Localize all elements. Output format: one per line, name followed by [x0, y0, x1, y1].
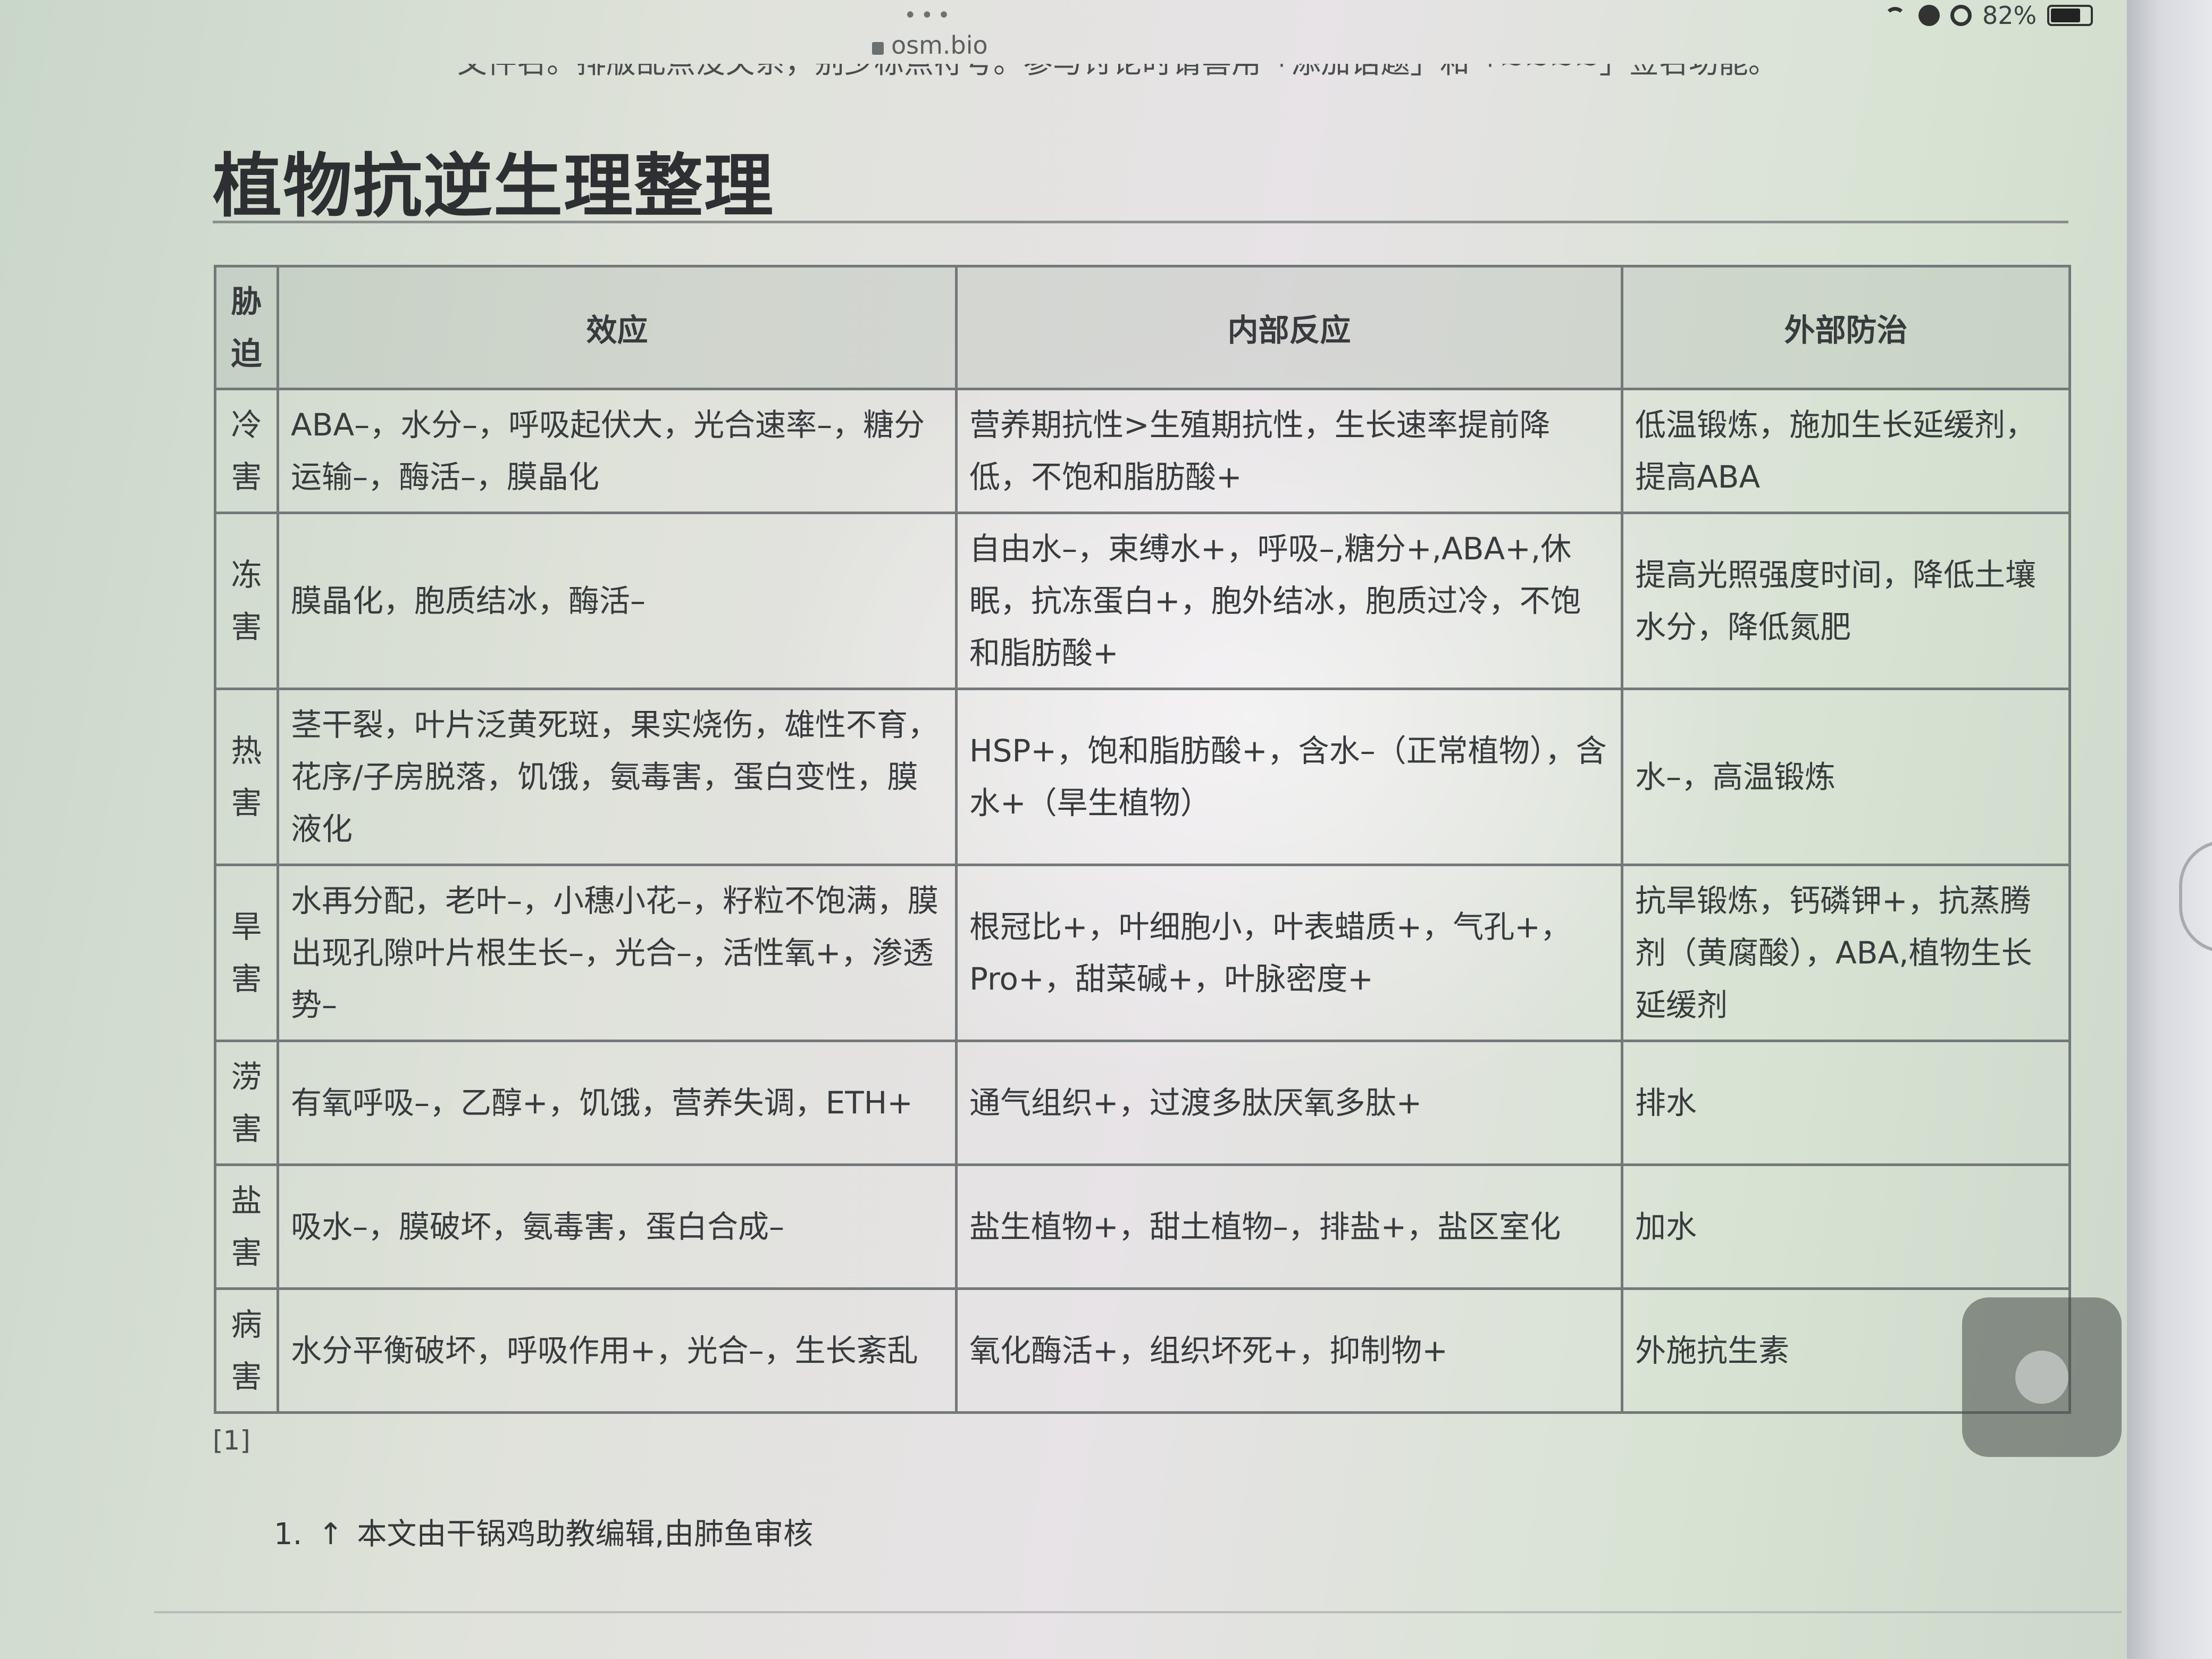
article-page: 文件名。排版乱点没关系，别少标点符号。参与讨论时请善用「添加话题」和「~~~~」…	[154, 37, 2122, 1613]
table-row: 病害 水分平衡破坏，呼吸作用+，光合–，生长紊乱 氧化酶活+，组织坏死+，抑制物…	[214, 1287, 2071, 1414]
back-arrow-link[interactable]: ↑	[318, 1517, 343, 1552]
effect-cell: 有氧呼吸–，乙醇+，饥饿，营养失调，ETH+	[276, 1040, 958, 1166]
internal-cell: HSP+，饱和脂肪酸+，含水–（正常植物），含水+（旱生植物）	[955, 688, 1623, 866]
stress-cell: 病害	[214, 1287, 279, 1414]
table-row: 旱害 水再分配，老叶–，小穗小花–，籽粒不饱满，膜出现孔隙叶片根生长–，光合–，…	[214, 864, 2071, 1042]
effect-cell: ABA–，水分–，呼吸起伏大，光合速率–，糖分运输–，酶活–，膜晶化	[276, 388, 958, 514]
device-bezel	[2127, 0, 2212, 1659]
stress-cell: 冷害	[214, 388, 279, 514]
stress-cell: 涝害	[214, 1040, 279, 1166]
page-title: 植物抗逆生理整理	[213, 146, 775, 227]
stress-cell: 旱害	[214, 864, 279, 1042]
status-indicators: 82%	[1882, 1, 2093, 30]
effect-cell: 水再分配，老叶–，小穗小花–，籽粒不饱满，膜出现孔隙叶片根生长–，光合–，活性氧…	[276, 864, 958, 1042]
header-effect: 效应	[276, 265, 958, 390]
table-row: 涝害 有氧呼吸–，乙醇+，饥饿，营养失调，ETH+ 通气组织+，过渡多肽厌氧多肽…	[214, 1040, 2071, 1166]
internal-cell: 自由水–，束缚水+，呼吸–,糖分+,ABA+,休眠，抗冻蛋白+，胞外结冰，胞质过…	[955, 512, 1623, 690]
assistive-touch-button[interactable]	[1962, 1297, 2122, 1457]
effect-cell: 膜晶化，胞质结冰，酶活–	[276, 512, 958, 690]
header-external: 外部防治	[1621, 265, 2071, 390]
internal-cell: 通气组织+，过渡多肽厌氧多肽+	[955, 1040, 1623, 1166]
browser-screen: ••• osm.bio 82% 文件名。排版乱点没关系，别少标点符号。参与讨论时…	[0, 0, 2127, 1659]
internal-cell: 盐生植物+，甜土植物–，排盐+，盐区室化	[955, 1163, 1623, 1290]
stress-cell: 盐害	[214, 1163, 279, 1290]
wifi-icon	[1882, 5, 1908, 26]
title-divider	[213, 221, 2068, 223]
effect-cell: 茎干裂，叶片泛黄死斑，果实烧伤，雄性不育，花序/子房脱落，饥饿，氨毒害，蛋白变性…	[276, 688, 958, 866]
effect-cell: 水分平衡破坏，呼吸作用+，光合–，生长紊乱	[276, 1287, 958, 1414]
external-cell: 提高光照强度时间，降低土壤水分，降低氮肥	[1621, 512, 2071, 690]
table-header-row: 胁迫 效应 内部反应 外部防治	[214, 265, 2071, 390]
external-cell: 抗旱锻炼，钙磷钾+，抗蒸腾剂（黄腐酸），ABA,植物生长延缓剂	[1621, 864, 2071, 1042]
footnote: 1. ↑ 本文由干锅鸡助教编辑,由肺鱼审核	[274, 1510, 813, 1553]
status-bar: ••• osm.bio 82%	[0, 0, 2127, 60]
external-cell: 水–，高温锻炼	[1621, 688, 2071, 866]
internal-cell: 根冠比+，叶细胞小，叶表蜡质+，气孔+，Pro+，甜菜碱+，叶脉密度+	[955, 864, 1623, 1042]
table-row: 热害 茎干裂，叶片泛黄死斑，果实烧伤，雄性不育，花序/子房脱落，饥饿，氨毒害，蛋…	[214, 688, 2071, 866]
tab-dots-icon[interactable]: •••	[904, 3, 954, 28]
alarm-icon	[1918, 5, 1940, 26]
battery-icon	[2047, 5, 2093, 26]
external-cell: 加水	[1621, 1163, 2071, 1290]
external-cell: 排水	[1621, 1040, 2071, 1166]
footnote-reference-link[interactable]: [1]	[213, 1425, 250, 1456]
external-cell: 低温锻炼，施加生长延缓剂，提高ABA	[1621, 388, 2071, 514]
internal-cell: 氧化酶活+，组织坏死+，抑制物+	[955, 1287, 1623, 1414]
header-stress: 胁迫	[214, 265, 279, 390]
table-row: 冷害 ABA–，水分–，呼吸起伏大，光合速率–，糖分运输–，酶活–，膜晶化 营养…	[214, 388, 2071, 514]
battery-percent: 82%	[1982, 1, 2037, 30]
effect-cell: 吸水–，膜破坏，氨毒害，蛋白合成–	[276, 1163, 958, 1290]
footnote-text: 本文由干锅鸡助教编辑,由肺鱼审核	[357, 1517, 814, 1552]
rotation-lock-icon	[1950, 5, 1972, 26]
stress-table: 胁迫 效应 内部反应 外部防治 冷害 ABA–，水分–，呼吸起伏大，光合速率–，…	[214, 265, 2071, 1414]
footnote-number: 1.	[274, 1517, 303, 1552]
internal-cell: 营养期抗性>生殖期抗性，生长速率提前降低，不饱和脂肪酸+	[955, 388, 1623, 514]
table-row: 冻害 膜晶化，胞质结冰，酶活– 自由水–，束缚水+，呼吸–,糖分+,ABA+,休…	[214, 512, 2071, 690]
stress-cell: 冻害	[214, 512, 279, 690]
table-row: 盐害 吸水–，膜破坏，氨毒害，蛋白合成– 盐生植物+，甜土植物–，排盐+，盐区室…	[214, 1163, 2071, 1290]
clipped-notice: 文件名。排版乱点没关系，别少标点符号。参与讨论时请善用「添加话题」和「~~~~」…	[457, 64, 2052, 90]
stress-cell: 热害	[214, 688, 279, 866]
header-internal: 内部反应	[955, 265, 1623, 390]
